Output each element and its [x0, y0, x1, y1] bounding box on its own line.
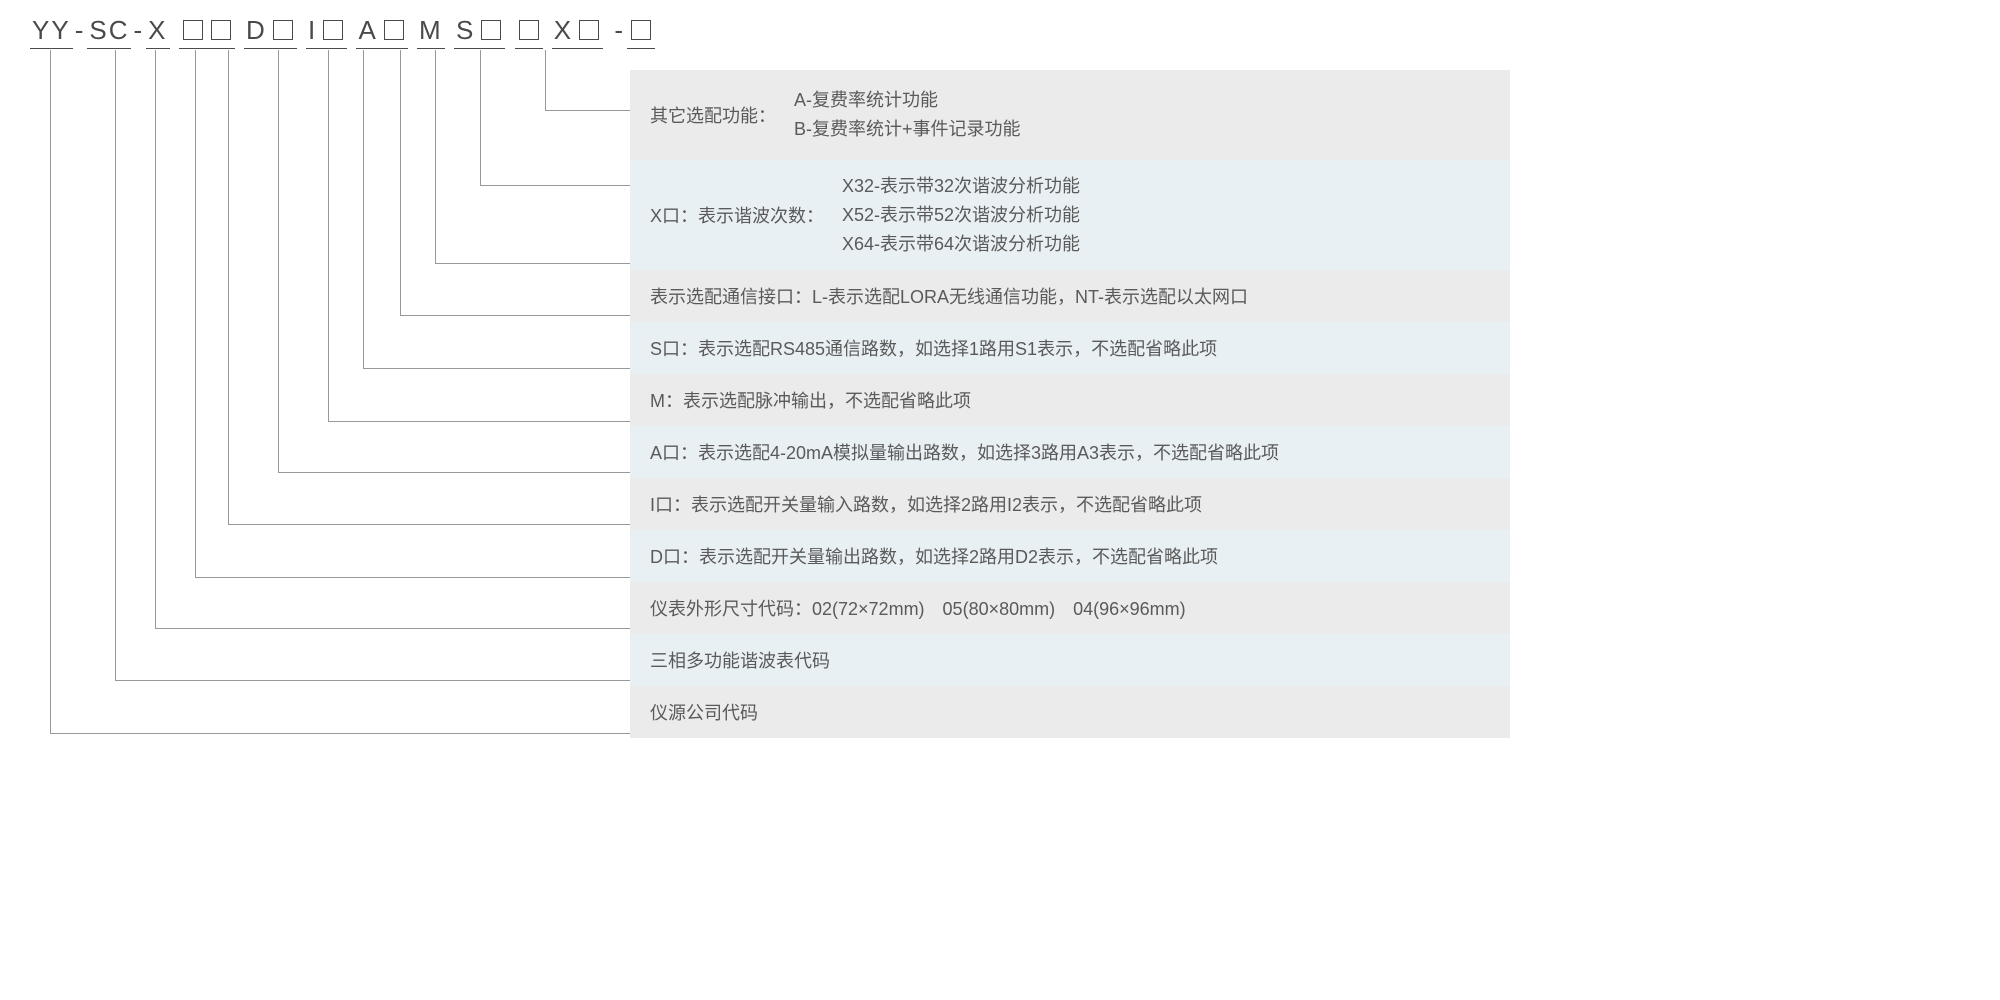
product-code-template: YY-SC-X D I A M S X -: [30, 15, 655, 49]
row-value: I口：表示选配开关量输入路数，如选择2路用I2表示，不选配省略此项: [650, 491, 1202, 517]
row-rs485: S口：表示选配RS485通信路数，如选择1路用S1表示，不选配省略此项: [630, 322, 1510, 374]
code-seg-x: X: [146, 15, 169, 49]
row-label: 其它选配功能：: [650, 102, 776, 128]
code-seg-yy: YY: [30, 15, 73, 49]
row-value: A口：表示选配4-20mA模拟量输出路数，如选择3路用A3表示，不选配省略此项: [650, 439, 1279, 465]
code-seg-m: M: [417, 15, 445, 49]
code-seg-sc: SC: [87, 15, 131, 49]
placeholder-box: [384, 20, 404, 40]
row-form-size: 仪表外形尺寸代码：02(72×72mm) 05(80×80mm) 04(96×9…: [630, 582, 1510, 634]
code-seg-a: A: [356, 15, 379, 49]
placeholder-box: [323, 20, 343, 40]
code-seg-d: D: [244, 15, 269, 49]
row-switch-output: D口：表示选配开关量输出路数，如选择2路用D2表示，不选配省略此项: [630, 530, 1510, 582]
row-value: 仪表外形尺寸代码：02(72×72mm) 05(80×80mm) 04(96×9…: [650, 595, 1186, 621]
row-value: A-复费率统计功能: [794, 86, 1021, 115]
code-seg-x2: X: [552, 15, 575, 49]
row-value: S口：表示选配RS485通信路数，如选择1路用S1表示，不选配省略此项: [650, 335, 1217, 361]
placeholder-box: [211, 20, 231, 40]
row-value: 表示选配通信接口：L-表示选配LORA无线通信功能，NT-表示选配以太网口: [650, 283, 1248, 309]
row-analog-output: A口：表示选配4-20mA模拟量输出路数，如选择3路用A3表示，不选配省略此项: [630, 426, 1510, 478]
row-value: B-复费率统计+事件记录功能: [794, 115, 1021, 144]
row-value: 仪源公司代码: [650, 699, 758, 725]
description-rows: 其它选配功能： A-复费率统计功能 B-复费率统计+事件记录功能 X口：表示谐波…: [630, 70, 1510, 738]
placeholder-box: [579, 20, 599, 40]
row-label: X口：表示谐波次数：: [650, 202, 824, 228]
row-pulse-output: M：表示选配脉冲输出，不选配省略此项: [630, 374, 1510, 426]
placeholder-box: [183, 20, 203, 40]
row-value: X32-表示带32次谐波分析功能: [842, 172, 1080, 201]
row-switch-input: I口：表示选配开关量输入路数，如选择2路用I2表示，不选配省略此项: [630, 478, 1510, 530]
row-value: D口：表示选配开关量输出路数，如选择2路用D2表示，不选配省略此项: [650, 543, 1218, 569]
row-value: M：表示选配脉冲输出，不选配省略此项: [650, 387, 971, 413]
code-seg-s: S: [454, 15, 477, 49]
row-other-options: 其它选配功能： A-复费率统计功能 B-复费率统计+事件记录功能: [630, 70, 1510, 160]
placeholder-box: [519, 20, 539, 40]
row-value: X52-表示带52次谐波分析功能: [842, 201, 1080, 230]
row-company-code: 仪源公司代码: [630, 686, 1510, 738]
placeholder-box: [481, 20, 501, 40]
placeholder-box: [631, 20, 651, 40]
placeholder-box: [273, 20, 293, 40]
row-value: X64-表示带64次谐波分析功能: [842, 230, 1080, 259]
row-value: 三相多功能谐波表代码: [650, 647, 830, 673]
code-seg-i: I: [306, 15, 319, 49]
row-product-code: 三相多功能谐波表代码: [630, 634, 1510, 686]
row-comm-interface: 表示选配通信接口：L-表示选配LORA无线通信功能，NT-表示选配以太网口: [630, 270, 1510, 322]
row-harmonic-count: X口：表示谐波次数： X32-表示带32次谐波分析功能 X52-表示带52次谐波…: [630, 160, 1510, 270]
